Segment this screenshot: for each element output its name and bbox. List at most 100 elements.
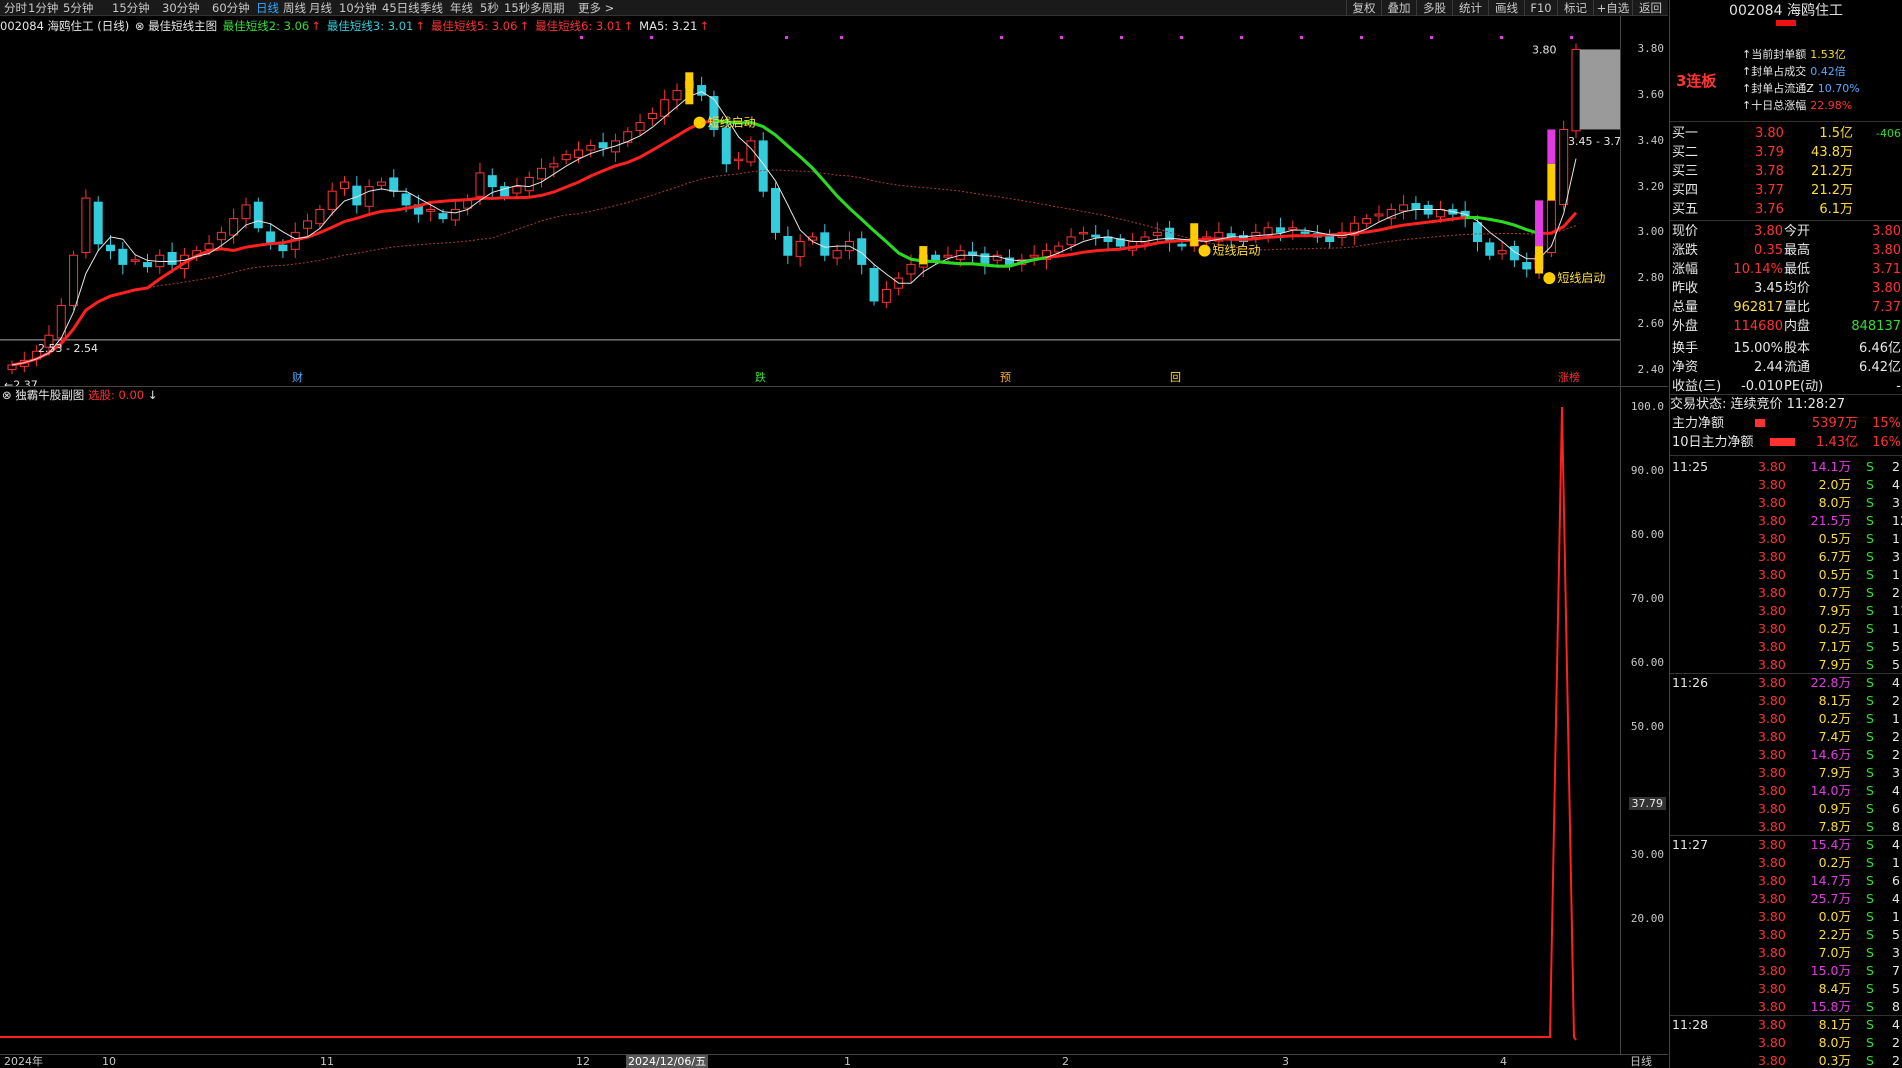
toolbar-button[interactable]: 叠加 [1381,0,1416,16]
tape-side: S [1866,801,1874,816]
bid-level[interactable]: 买二 3.79 43.8万 [1670,143,1902,162]
toolbar-button[interactable]: 标记 [1557,0,1593,16]
candle-body [1251,231,1261,238]
period-tab[interactable]: 季线 [420,0,443,16]
tape-price: 3.80 [1758,693,1786,708]
event-marker: 财 [292,370,303,384]
period-tab[interactable]: 月线 [309,0,332,16]
toolbar-button[interactable]: 画线 [1488,0,1524,16]
candle-body [438,213,448,220]
bid-level[interactable]: 买五 3.76 6.1万 [1670,200,1902,219]
sub-indicator-icon[interactable]: ⊗ [2,388,12,402]
period-tab[interactable]: 多周期 [530,0,565,16]
tape-side: S [1866,459,1874,474]
candle-body [660,99,670,117]
toolbar-button[interactable]: 复权 [1346,0,1381,16]
tape-count: 1 [1892,855,1900,870]
tape-row: 3.80 14.7万 S 6 [1670,872,1902,890]
tick-tape[interactable]: 11:25 3.80 14.1万 S 2 3.80 2.0万 S 4 3.80 8.0万 S 3 3.80… [1670,455,1902,1068]
tape-side: S [1866,819,1874,834]
seal-value: 0.42倍 [1810,65,1846,78]
sub-axis-tick: 30.00 [1630,848,1664,861]
tape-side: S [1866,531,1874,546]
candle-body [795,241,805,258]
tape-count: 6 [1892,801,1900,816]
date-label: 12 [576,1055,590,1068]
period-tab[interactable]: 45日线 [382,0,420,16]
candle-body [142,262,152,268]
bid-level[interactable]: 买一 3.80 1.5亿 -406 [1670,124,1902,143]
bid-level[interactable]: 买四 3.77 21.2万 [1670,181,1902,200]
period-tab[interactable]: 15分钟 [112,0,150,16]
quote-label: 流通 [1784,360,1811,375]
period-tab[interactable]: 周线 [283,0,306,16]
main-net10-label: 10日主力净额 [1672,435,1754,450]
quote-value: 3.80 [1754,224,1783,239]
tape-volume: 14.7万 [1810,873,1851,888]
quote-row: 昨收 3.45 均价 3.80 [1670,279,1902,298]
bid-change: -406 [1876,127,1901,140]
tape-count: 8 [1892,819,1900,834]
period-tab[interactable]: 30分钟 [162,0,200,16]
tape-price: 3.80 [1758,531,1786,546]
tape-time: 11:25 [1672,459,1709,474]
tape-count: 11 [1892,603,1902,618]
period-tab[interactable]: 1分钟 [28,0,58,16]
panel-header[interactable]: 002084 海鸥住工 [1670,0,1902,26]
candle-body [881,289,891,303]
signal-dot [1500,36,1503,39]
period-tab[interactable]: 15秒 [504,0,530,16]
period-tab[interactable]: 5秒 [480,0,499,16]
period-tab[interactable]: 年线 [450,0,473,16]
tape-side: S [1866,855,1874,870]
period-tab[interactable]: 更多 > [578,0,614,16]
period-tab[interactable]: 日线 [256,0,279,16]
seal-row: ↑封单占成交 0.42倍 [1742,63,1846,79]
toolbar-button[interactable]: 统计 [1452,0,1488,16]
tape-side: S [1866,873,1874,888]
main-net-value: 5397万 [1811,416,1858,431]
tape-price: 3.80 [1758,963,1786,978]
price-axis: 3.80 3.60 3.40 3.20 3.00 2.80 2.60 2.40 [1620,16,1668,386]
signal-dot [1430,36,1433,39]
candle-body [106,244,116,252]
period-tab[interactable]: 5分钟 [63,0,93,16]
candle-body [1362,218,1372,224]
candle-body [278,244,288,252]
sub-indicator-value: 选股: 0.00 [87,388,145,402]
candle-body [1559,128,1569,205]
sub-indicator-name[interactable]: 独霸牛股副图 [15,388,84,402]
candle-body [524,176,534,192]
toolbar-button[interactable]: 多股 [1416,0,1452,16]
tape-volume: 15.8万 [1810,999,1851,1014]
toolbar-button[interactable]: F10 [1524,0,1557,16]
tape-volume: 2.0万 [1818,477,1851,492]
candle-body [303,220,313,229]
sub-indicator-line [0,406,1577,1041]
tape-price: 3.80 [1758,639,1786,654]
signal-dot [785,36,788,39]
tape-count: 3 [1892,945,1900,960]
period-tab[interactable]: 10分钟 [339,0,377,16]
sub-indicator-chart[interactable] [0,387,1620,1054]
tape-volume: 7.1万 [1818,639,1851,654]
candle-body [376,181,386,186]
low-price-label: ←2.37 [4,378,38,386]
toolbar-button[interactable]: +自选 [1593,0,1632,16]
candles [7,43,1581,375]
tape-count: 4 [1892,783,1900,798]
candle-body [586,144,596,151]
quote-value: 6.42亿 [1859,360,1901,375]
toolbar-button[interactable]: 返回 [1632,0,1668,16]
period-tab[interactable]: 60分钟 [212,0,250,16]
tape-row: 3.80 2.0万 S 4 [1670,476,1902,494]
tape-time: 11:27 [1672,837,1709,852]
sub-axis-tick: 100.0 [1630,400,1664,413]
period-tab[interactable]: 分时 [4,0,27,16]
tape-volume: 0.0万 [1818,909,1851,924]
candlestick-chart[interactable]: 3.80←2.372.53 - 2.543.45 - 3.7短线启动短线启动短线… [0,16,1620,386]
tape-row: 3.80 7.4万 S 2 [1670,728,1902,746]
trade-status: 交易状态: 连续竞价 11:28:27 [1670,397,1846,412]
panel-collapse-tab[interactable] [1776,20,1796,26]
bid-level[interactable]: 买三 3.78 21.2万 [1670,162,1902,181]
